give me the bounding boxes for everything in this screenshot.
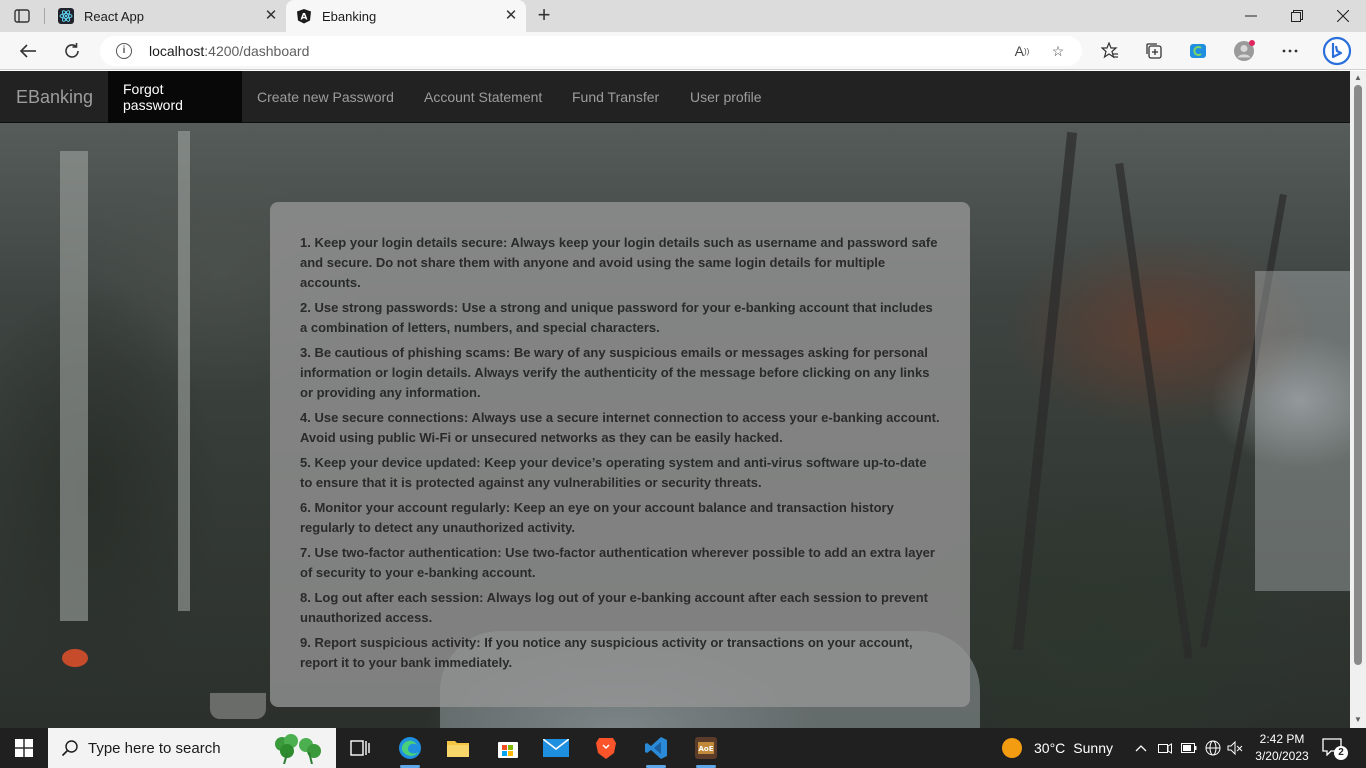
weather-temp: 30°C (1034, 740, 1066, 756)
brave-browser-icon[interactable] (582, 728, 630, 768)
svg-text:AoE: AoE (698, 745, 713, 753)
nav-create-new-password[interactable]: Create new Password (257, 71, 394, 123)
tip-item: 4. Use secure connections: Always use a … (300, 410, 940, 445)
tab-title: Ebanking (322, 8, 377, 24)
weather-widget[interactable]: 30°C Sunny (1002, 728, 1113, 768)
scroll-thumb[interactable] (1354, 85, 1362, 665)
minimize-icon[interactable] (1228, 0, 1274, 32)
nav-user-profile[interactable]: User profile (690, 71, 762, 123)
nav-fund-transfer[interactable]: Fund Transfer (572, 71, 659, 123)
window-close-icon[interactable] (1320, 0, 1366, 32)
meet-now-icon[interactable] (1156, 739, 1174, 757)
browser-tab-strip: React App ✕ A Ebanking ✕ + (0, 0, 1366, 32)
url-path: :4200/dashboard (204, 43, 310, 59)
angular-icon: A (296, 8, 312, 24)
page-scrollbar[interactable]: ▲ ▼ (1350, 71, 1366, 728)
url-host: localhost (149, 43, 205, 59)
windows-start-icon[interactable] (0, 728, 48, 768)
add-favorite-icon[interactable]: ☆ (1048, 41, 1068, 61)
tip-item: 8. Log out after each session: Always lo… (300, 590, 928, 625)
clock-time: 2:42 PM (1259, 732, 1305, 746)
tip-item: 1. Keep your login details secure: Alway… (300, 235, 938, 290)
close-icon[interactable]: ✕ (504, 8, 518, 23)
search-icon (60, 738, 80, 758)
tab-actions-icon[interactable] (10, 6, 34, 26)
read-aloud-icon[interactable]: A)) (1012, 41, 1032, 61)
chevron-up-icon[interactable] (1132, 739, 1150, 757)
porch-post (178, 131, 190, 611)
tip-item: 3. Be cautious of phishing scams: Be war… (300, 345, 930, 400)
clock-date: 3/20/2023 (1255, 749, 1309, 763)
page-viewport: EBanking Forgot password Create new Pass… (0, 71, 1350, 728)
notification-center-icon[interactable]: 2 (1322, 738, 1348, 760)
microsoft-store-icon[interactable] (484, 728, 532, 768)
scroll-up-icon[interactable]: ▲ (1354, 74, 1362, 82)
app-navbar: EBanking Forgot password Create new Pass… (0, 71, 1350, 123)
taskbar-clock[interactable]: 2:42 PM 3/20/2023 (1244, 731, 1320, 765)
weather-condition: Sunny (1073, 740, 1113, 756)
notification-badge: 2 (1334, 746, 1348, 760)
file-explorer-icon[interactable] (434, 728, 482, 768)
orange-flower (62, 649, 88, 667)
task-view-icon[interactable] (336, 728, 384, 768)
tip-item: 7. Use two-factor authentication: Use tw… (300, 545, 935, 580)
svg-text:A: A (301, 13, 308, 23)
tab-react-app[interactable]: React App ✕ (48, 0, 286, 32)
windows-taskbar: Type here to search AoE 30°C Sunny 2:42 … (0, 728, 1366, 768)
refresh-icon[interactable] (60, 39, 84, 63)
restore-icon[interactable] (1274, 0, 1320, 32)
taskbar-search-box[interactable]: Type here to search (48, 728, 336, 768)
nav-account-statement[interactable]: Account Statement (424, 71, 542, 123)
profile-avatar-icon[interactable] (1232, 39, 1256, 63)
favorites-icon[interactable] (1098, 39, 1122, 63)
more-options-icon[interactable] (1278, 39, 1302, 63)
bing-chat-icon[interactable] (1322, 36, 1352, 66)
tab-title: React App (84, 8, 144, 24)
extension-icon[interactable] (1186, 39, 1210, 63)
tab-separator (44, 8, 45, 24)
game-app-icon[interactable]: AoE (682, 728, 730, 768)
react-icon (58, 8, 74, 24)
sun-icon (1002, 738, 1022, 758)
collections-icon[interactable] (1142, 39, 1166, 63)
vscode-icon[interactable] (632, 728, 680, 768)
tab-ebanking[interactable]: A Ebanking ✕ (286, 0, 526, 32)
speaker-muted-icon[interactable] (1226, 739, 1244, 757)
tip-item: 6. Monitor your account regularly: Keep … (300, 500, 894, 535)
brand-logo[interactable]: EBanking (0, 71, 109, 123)
battery-icon[interactable] (1180, 739, 1198, 757)
new-tab-icon[interactable]: + (534, 4, 554, 26)
edge-browser-icon[interactable] (386, 728, 434, 768)
porch-post (60, 151, 88, 621)
mail-icon[interactable] (532, 728, 580, 768)
shamrock-icon (275, 734, 321, 764)
security-tips-card: 1. Keep your login details secure: Alway… (270, 202, 970, 707)
scroll-down-icon[interactable]: ▼ (1354, 716, 1362, 724)
house-facade (1255, 271, 1350, 591)
tip-item: 9. Report suspicious activity: If you no… (300, 635, 913, 670)
tip-item: 5. Keep your device updated: Keep your d… (300, 455, 927, 490)
close-icon[interactable]: ✕ (264, 8, 278, 23)
address-bar[interactable]: i localhost:4200/dashboard A)) ☆ (100, 36, 1082, 66)
back-arrow-icon[interactable] (16, 39, 40, 63)
site-info-icon[interactable]: i (116, 43, 132, 59)
nav-forgot-password[interactable]: Forgot password (108, 71, 242, 123)
url-text: localhost:4200/dashboard (149, 43, 309, 59)
browser-toolbar: i localhost:4200/dashboard A)) ☆ (0, 32, 1366, 70)
tree-trunk (1012, 131, 1078, 651)
search-placeholder: Type here to search (88, 739, 221, 757)
tip-item: 2. Use strong passwords: Use a strong an… (300, 300, 933, 335)
network-globe-icon[interactable] (1204, 739, 1222, 757)
tree-trunk (1115, 162, 1193, 660)
plant-pot (210, 693, 266, 719)
